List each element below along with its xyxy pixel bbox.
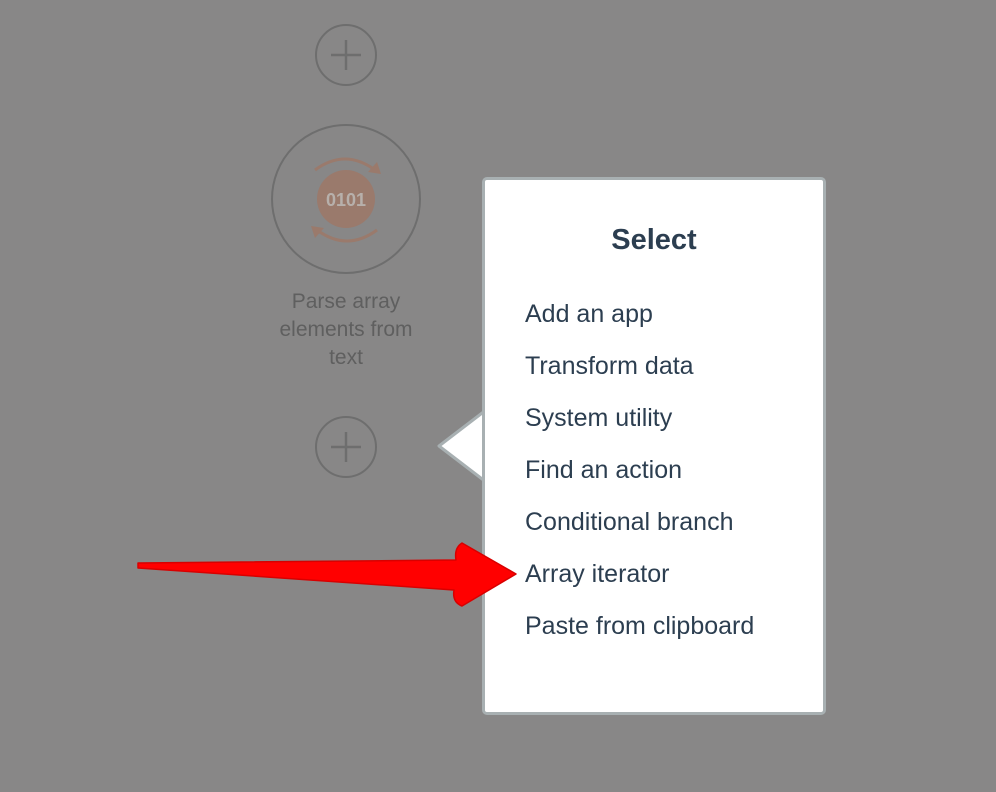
add-step-button-top[interactable]	[315, 24, 377, 86]
module-label-line-3: text	[329, 346, 363, 369]
module-label-line-2: elements from	[279, 318, 413, 341]
popover-pointer	[437, 410, 488, 482]
add-step-button-bottom[interactable]	[315, 416, 377, 478]
module-badge-text: 0101	[326, 190, 366, 210]
popover-title: Select	[611, 224, 697, 256]
workflow-canvas: 0101 Parse array elements from text Sele…	[0, 0, 996, 792]
plus-icon	[331, 432, 361, 462]
menu-item-transform-data[interactable]: Transform data	[525, 346, 754, 398]
select-menu: Add an app Transform data System utility…	[525, 294, 754, 658]
menu-item-system-utility[interactable]: System utility	[525, 398, 754, 450]
array-parser-icon: 0101	[311, 157, 381, 243]
menu-item-conditional-branch[interactable]: Conditional branch	[525, 502, 754, 554]
menu-item-find-an-action[interactable]: Find an action	[525, 450, 754, 502]
plus-icon	[331, 40, 361, 70]
select-popover: Select Add an app Transform data System …	[482, 177, 826, 715]
menu-item-array-iterator[interactable]: Array iterator	[525, 554, 754, 606]
module-label-line-1: Parse array	[291, 290, 401, 313]
module-label: Parse array elements from text	[246, 288, 446, 372]
parse-array-module[interactable]: 0101	[271, 124, 421, 274]
menu-item-paste-from-clipboard[interactable]: Paste from clipboard	[525, 606, 754, 658]
menu-item-add-an-app[interactable]: Add an app	[525, 294, 754, 346]
